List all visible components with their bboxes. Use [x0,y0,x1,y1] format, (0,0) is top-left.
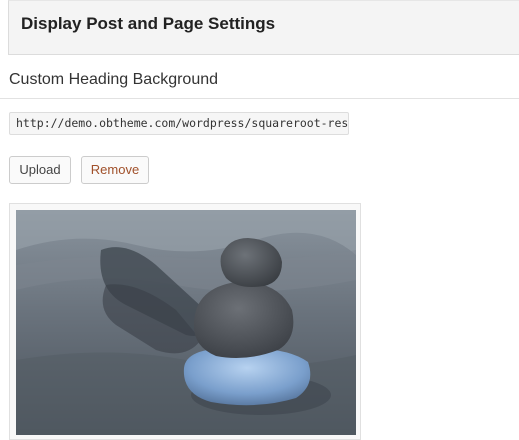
panel-title: Display Post and Page Settings [21,14,276,33]
panel-header: Display Post and Page Settings [8,0,519,55]
upload-button[interactable]: Upload [9,156,71,184]
settings-page: Display Post and Page Settings Custom He… [0,0,519,440]
section-heading: Custom Heading Background [9,71,219,88]
background-url-input[interactable]: http://demo.obtheme.com/wordpress/square… [9,112,349,135]
stacked-stones-image [16,210,356,435]
remove-button[interactable]: Remove [81,156,149,184]
image-preview [9,203,361,440]
section-divider [0,98,519,99]
